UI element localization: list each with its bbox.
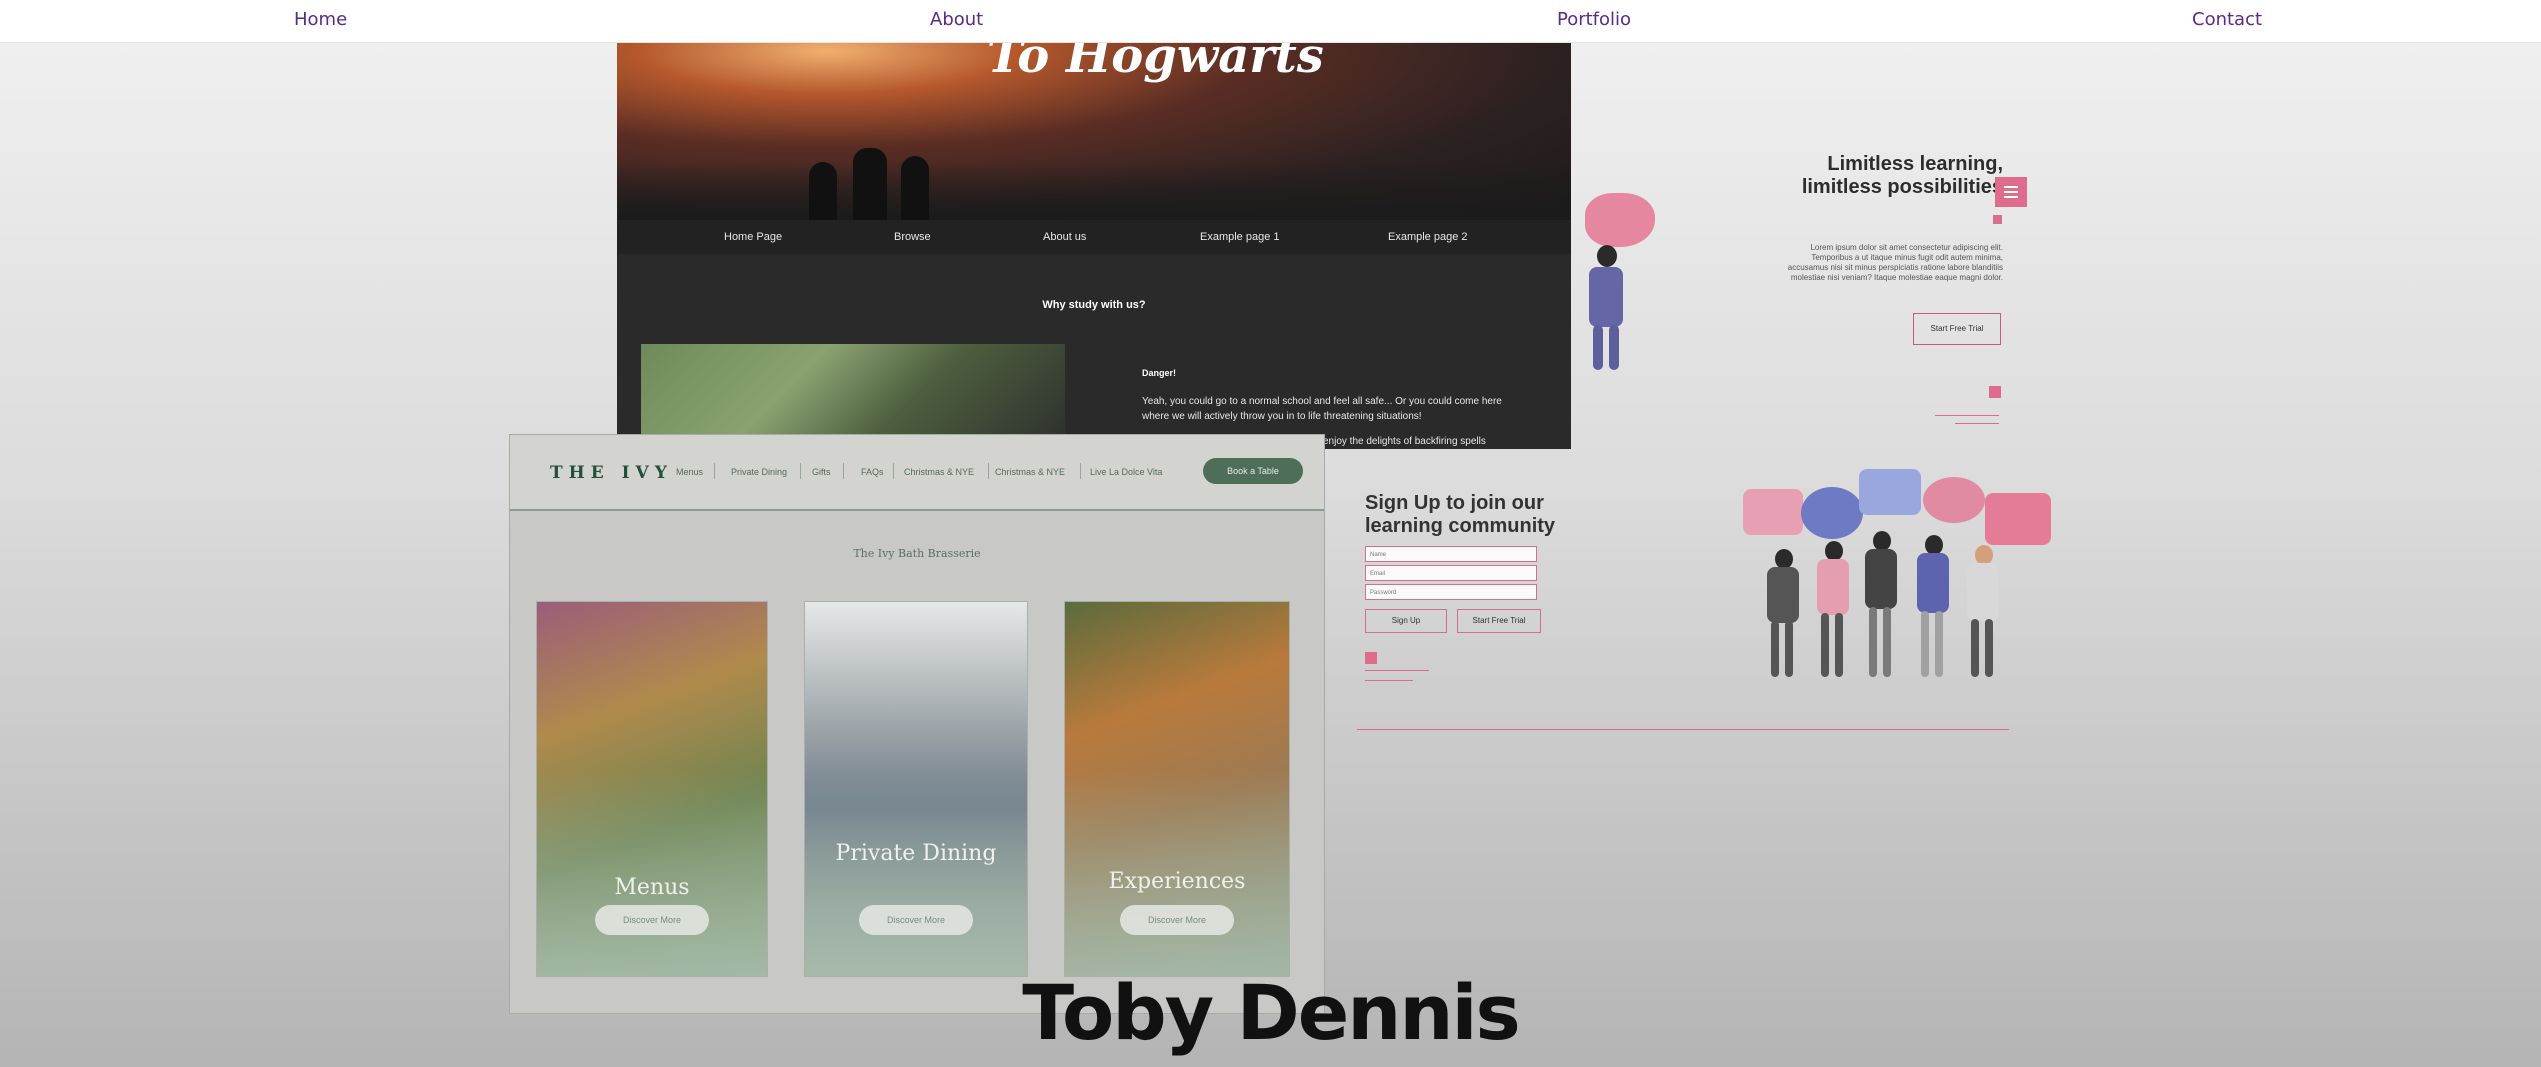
figure-silhouette: [901, 156, 929, 220]
nav-divider: [843, 463, 844, 479]
hogwarts-project-preview[interactable]: To Hogwarts Home Page Browse About us Ex…: [617, 42, 1571, 449]
nav-contact-link[interactable]: Contact: [2192, 9, 2262, 30]
nav-divider: [1080, 463, 1081, 479]
ivy-nav-item[interactable]: Live La Dolce Vita: [1090, 467, 1162, 477]
nav-about-link[interactable]: About: [930, 9, 983, 30]
decorative-line: [1365, 670, 1429, 671]
nav-divider: [714, 463, 715, 479]
ivy-subtitle: The Ivy Bath Brasserie: [853, 547, 981, 560]
card-label: Private Dining: [835, 841, 997, 866]
menus-card[interactable]: Menus Discover More: [536, 601, 768, 977]
hogwarts-body-text-2: enjoy the delights of backfiring spells: [1323, 436, 1486, 447]
password-field[interactable]: Password: [1365, 584, 1537, 600]
email-field[interactable]: Email: [1365, 565, 1537, 581]
nav-divider: [800, 463, 801, 479]
private-dining-card[interactable]: Private Dining Discover More: [804, 601, 1028, 977]
discover-more-button[interactable]: Discover More: [595, 905, 709, 935]
card-label: Experiences: [1108, 869, 1246, 894]
hogwarts-nav-item[interactable]: About us: [1043, 231, 1086, 243]
hogwarts-nav-item[interactable]: Example page 2: [1388, 231, 1468, 243]
hogwarts-body-text: Yeah, you could go to a normal school an…: [1142, 396, 1502, 422]
top-nav: Home About Portfolio Contact: [0, 0, 2541, 43]
start-free-trial-button[interactable]: Start Free Trial: [1913, 313, 2001, 345]
signup-section: Sign Up to join our learning community N…: [1365, 492, 1605, 681]
ivy-header: THE IVY Menus Private Dining Gifts FAQs …: [510, 435, 1324, 511]
decorative-line: [1365, 680, 1413, 681]
hogwarts-nav-item[interactable]: Example page 1: [1200, 231, 1280, 243]
ivy-logo[interactable]: THE IVY: [550, 463, 673, 483]
forest-silhouette: [617, 162, 1571, 220]
ivy-nav-item[interactable]: Menus: [676, 467, 703, 477]
ivy-nav-item[interactable]: FAQs: [861, 467, 884, 477]
name-field[interactable]: Name: [1365, 546, 1537, 562]
discover-more-button[interactable]: Discover More: [859, 905, 973, 935]
decorative-line: [1935, 415, 1999, 416]
signup-heading: Sign Up to join our learning community: [1365, 492, 1605, 538]
card-label: Menus: [614, 875, 690, 900]
section-divider-line: [1357, 729, 2009, 730]
decorative-square: [1989, 386, 2001, 398]
learning-heading-line: Limitless learning,: [1827, 153, 2003, 175]
decorative-square: [1993, 215, 2002, 224]
hogwarts-nav: Home Page Browse About us Example page 1…: [617, 220, 1571, 254]
hamburger-menu-icon[interactable]: [1995, 177, 2027, 207]
hogwarts-nav-item[interactable]: Browse: [894, 231, 931, 243]
hogwarts-hero-image: To Hogwarts: [617, 42, 1571, 220]
nav-divider: [893, 463, 894, 479]
nav-home-link[interactable]: Home: [294, 9, 347, 30]
ivy-nav-item[interactable]: Christmas & NYE: [904, 467, 974, 477]
figure-silhouette: [809, 162, 837, 220]
hogwarts-nav-item[interactable]: Home Page: [724, 231, 782, 243]
nav-divider: [988, 463, 989, 479]
book-a-table-button[interactable]: Book a Table: [1203, 458, 1303, 484]
discover-more-button[interactable]: Discover More: [1120, 905, 1234, 935]
learning-hero-heading: Limitless learning, limitless possibilit…: [1723, 153, 2003, 199]
signup-heading-line: Sign Up to join our: [1365, 492, 1544, 514]
decorative-line: [1955, 423, 1999, 424]
nav-portfolio-link[interactable]: Portfolio: [1557, 9, 1631, 30]
decorative-square: [1365, 652, 1377, 664]
hogwarts-title: To Hogwarts: [987, 42, 1324, 84]
figure-silhouette: [853, 148, 887, 220]
learning-heading-line: limitless possibilities: [1801, 176, 2003, 198]
learning-project-preview[interactable]: Limitless learning, limitless possibilit…: [1535, 145, 2075, 735]
ivy-project-preview[interactable]: THE IVY Menus Private Dining Gifts FAQs …: [509, 434, 1325, 1014]
owner-name-heading: Toby Dennis: [1022, 968, 1521, 1057]
experiences-card[interactable]: Experiences Discover More: [1064, 601, 1290, 977]
hogwarts-danger-heading: Danger!: [1142, 368, 1177, 378]
ivy-nav-item[interactable]: Christmas & NYE: [995, 467, 1065, 477]
ivy-nav-item[interactable]: Gifts: [812, 467, 831, 477]
ivy-nav-item[interactable]: Private Dining: [731, 467, 787, 477]
learning-hero-paragraph: Lorem ipsum dolor sit amet consectetur a…: [1787, 243, 2003, 282]
start-free-trial-button[interactable]: Start Free Trial: [1457, 609, 1541, 633]
sign-up-button[interactable]: Sign Up: [1365, 609, 1447, 633]
signup-heading-line: learning community: [1365, 515, 1556, 537]
hogwarts-section-title: Why study with us?: [1042, 299, 1146, 311]
